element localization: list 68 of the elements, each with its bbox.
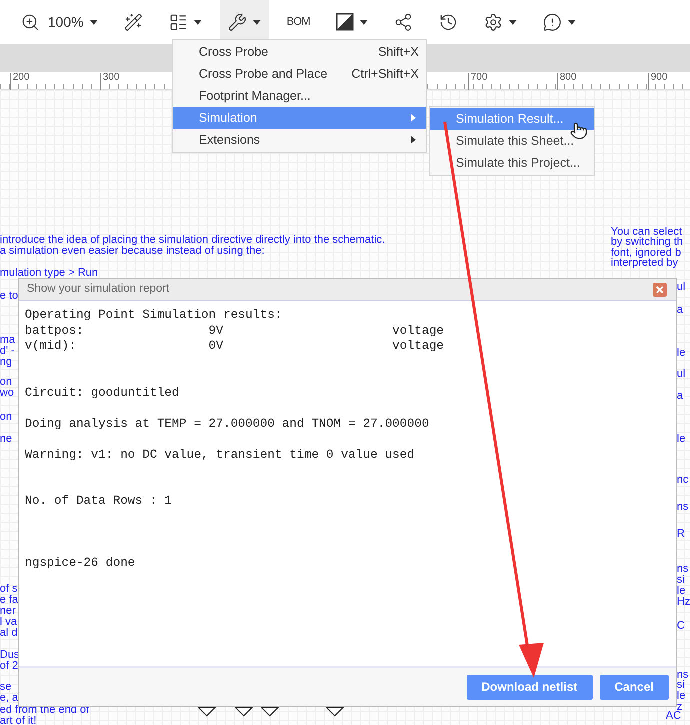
canvas-note: font, ignored b xyxy=(611,248,682,259)
canvas-note: C xyxy=(677,621,685,632)
canvas-note: si xyxy=(677,575,685,586)
canvas-note: d' - xyxy=(0,346,15,357)
canvas-note: le xyxy=(677,434,686,445)
canvas-note: on xyxy=(0,412,12,423)
history-icon xyxy=(439,12,458,32)
canvas-note: e to xyxy=(0,291,18,302)
canvas-note: le xyxy=(677,348,686,359)
canvas-note: You can select xyxy=(611,227,682,238)
canvas-note: ns xyxy=(677,564,689,575)
canvas-note: wo xyxy=(0,388,14,399)
canvas-note: al d xyxy=(0,628,18,639)
toolbar-button[interactable]: BOM xyxy=(278,0,318,44)
canvas-note: ma xyxy=(0,335,16,346)
zoom-level: 100% xyxy=(48,12,84,32)
contrast-icon xyxy=(336,13,354,31)
share-icon xyxy=(394,12,414,32)
canvas-note: l va xyxy=(0,617,18,628)
settings-icon xyxy=(484,12,504,32)
canvas-note: ne xyxy=(0,434,12,445)
canvas-note: a simulation even easier because instead of using the: xyxy=(0,246,265,257)
canvas-note: ner xyxy=(0,606,16,617)
canvas-note: Hz xyxy=(677,597,690,608)
canvas-note: le xyxy=(677,691,686,702)
canvas-note: AC xyxy=(666,711,682,722)
bom-label: BOM xyxy=(286,14,310,30)
canvas-note: a xyxy=(677,305,684,316)
report-text: Operating Point Simulation results: battpos: 9V voltage v(mid): 0V voltage Circuit: gooduntitled Doing analysis at TEMP = 27.000000 and TNOM = 27.000000 Warning: v1: no DC value, transient time 0 value used No. of Data Rows : 1 ngspice-26 done xyxy=(25,308,446,572)
toolbar-button[interactable]: 100% xyxy=(13,0,106,44)
close-icon xyxy=(656,286,664,294)
menu-item[interactable]: Cross Probe Shift+X xyxy=(173,41,426,63)
canvas-note: si xyxy=(677,680,685,691)
close-button[interactable] xyxy=(653,282,667,296)
canvas-note: introduce the idea of placing the simulation directive directly into the schematic. xyxy=(0,235,386,246)
canvas-note: R xyxy=(677,529,685,540)
canvas-note: art of it! xyxy=(0,716,37,725)
canvas-note: e, a xyxy=(0,693,18,704)
dialog-title: Show your simulation report xyxy=(27,282,171,297)
canvas-note: ns xyxy=(677,670,689,681)
canvas-note: se xyxy=(0,682,12,693)
canvas-note: le xyxy=(677,586,686,597)
zoom-in-icon xyxy=(21,12,40,32)
canvas-note: ng xyxy=(0,357,12,368)
canvas-note: z xyxy=(677,702,682,713)
feedback-icon xyxy=(543,12,562,32)
canvas-note: a xyxy=(677,391,684,402)
menu-item[interactable]: Simulate this Sheet... xyxy=(430,130,594,152)
canvas-note: mulation type > Run xyxy=(0,268,98,279)
canvas-note: ns xyxy=(677,502,689,513)
canvas-note: e fa xyxy=(0,595,18,606)
canvas-note: nc xyxy=(677,475,689,486)
canvas-note: of s xyxy=(0,584,18,595)
canvas-note: ul xyxy=(677,282,686,293)
menu-item[interactable]: Footprint Manager... xyxy=(173,85,426,107)
panel-icon xyxy=(168,12,188,32)
tools-icon xyxy=(228,12,247,32)
canvas-note: ul xyxy=(677,369,686,380)
canvas-note: of 2 xyxy=(0,661,18,672)
menu-item[interactable]: Cross Probe and Place Ctrl+Shift+X xyxy=(173,63,426,85)
magic-wand-icon xyxy=(124,12,143,32)
canvas-note: by switching th xyxy=(611,237,684,248)
canvas-note: on xyxy=(0,377,12,388)
canvas-note: interpreted by xyxy=(611,258,678,269)
shortcut-label: Shift+X xyxy=(378,44,419,61)
shortcut-label: Ctrl+Shift+X xyxy=(352,66,419,83)
menu-item[interactable]: Simulate this Project... xyxy=(430,152,594,174)
menu-item[interactable]: Extensions xyxy=(173,129,426,151)
